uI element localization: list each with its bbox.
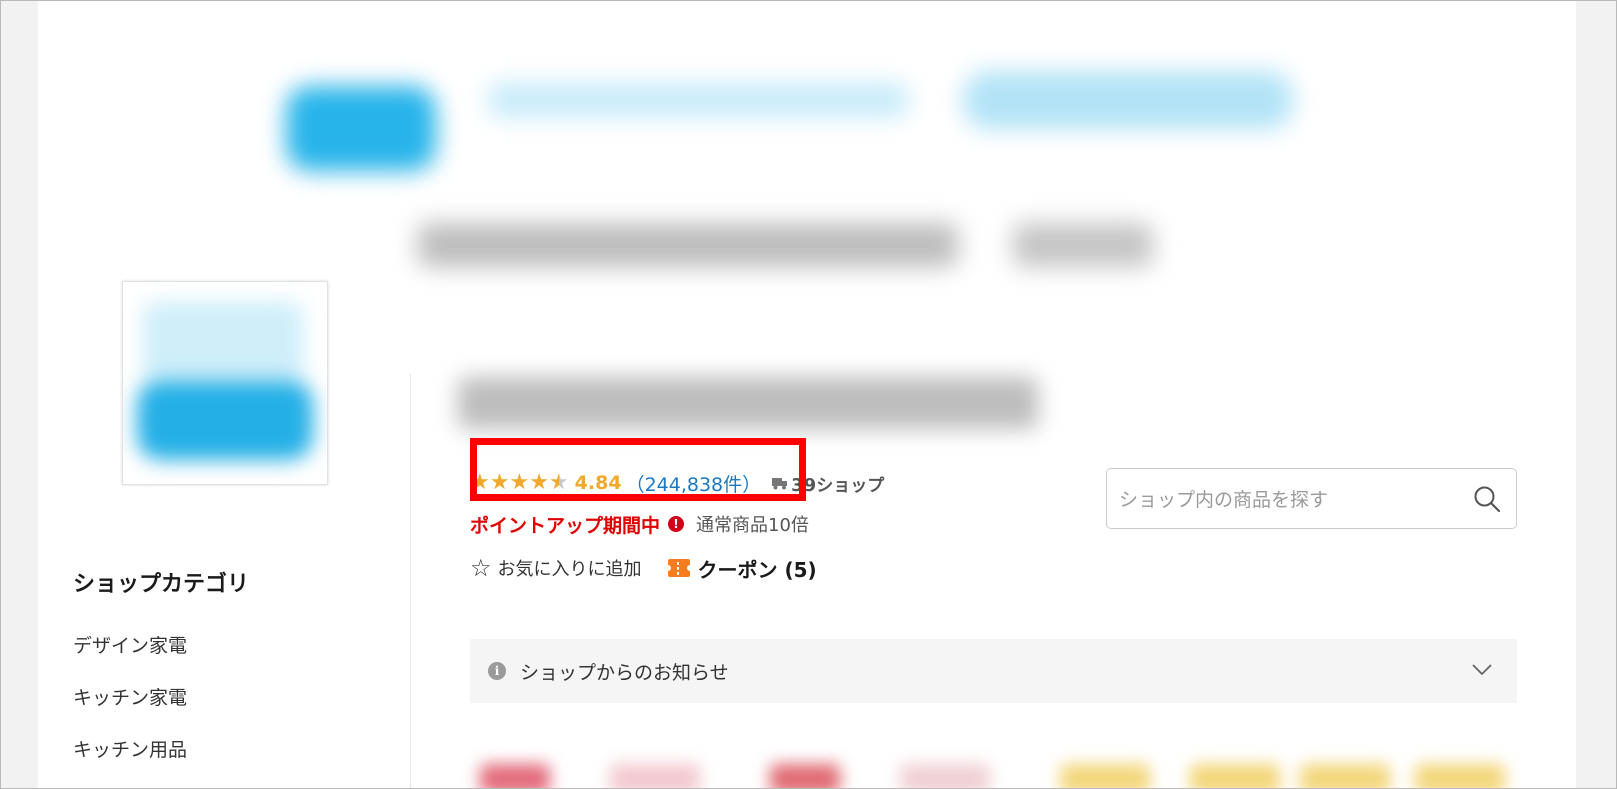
shop-banner-logo[interactable]	[286, 86, 436, 171]
shop-banner-subtitle	[418, 223, 958, 267]
shop-search-box	[1106, 468, 1517, 530]
shop-page: ショップカテゴリ デザイン家電 キッチン家電 キッチン用品 ★ ★ ★ ★ ★ …	[38, 1, 1576, 788]
star-icon: ★	[470, 470, 490, 495]
sidebar-divider	[410, 374, 411, 788]
product-banner-strip	[470, 764, 1517, 788]
product-banner[interactable]	[1300, 764, 1390, 788]
shop-banner-button[interactable]	[963, 71, 1293, 129]
add-favorite-label: お気に入りに追加	[497, 559, 642, 580]
shop-logo[interactable]	[122, 281, 328, 485]
star-icon: ★	[489, 470, 510, 495]
rating-stars: ★ ★ ★ ★ ★	[470, 472, 569, 494]
info-icon: i	[488, 662, 506, 680]
shop-search-input[interactable]	[1107, 469, 1461, 530]
shop-logo-bottom	[137, 380, 313, 460]
point-normal-text: 通常商品10倍	[696, 515, 809, 536]
product-banner[interactable]	[1415, 764, 1505, 788]
shop-logo-top	[143, 302, 303, 382]
coupon-label: クーポン (5)	[697, 557, 817, 582]
rating-value: 4.84	[574, 472, 622, 494]
product-banner[interactable]	[1190, 764, 1280, 788]
shop-rating-row: ★ ★ ★ ★ ★ 4.84 （244,838件） 39ショップ	[470, 469, 884, 497]
coupon-icon	[667, 559, 690, 577]
free-shipping-label[interactable]: 39ショップ	[791, 471, 884, 496]
search-icon[interactable]	[1473, 485, 1501, 513]
shop-category-title: ショップカテゴリ	[73, 572, 250, 597]
star-icon: ★	[509, 470, 530, 495]
point-up-label[interactable]: ポイントアップ期間中	[470, 511, 660, 538]
coupon-button[interactable]: クーポン (5)	[667, 554, 817, 583]
star-outline-icon: ☆	[470, 554, 492, 582]
product-banner[interactable]	[770, 764, 840, 788]
point-up-row: ポイントアップ期間中 ! 通常商品10倍	[470, 511, 809, 538]
star-icon: ★	[529, 470, 549, 495]
category-item-kitchen-goods[interactable]: キッチン用品	[73, 735, 187, 787]
product-banner[interactable]	[1060, 764, 1150, 788]
review-count-link[interactable]: （244,838件）	[626, 470, 762, 497]
chevron-down-icon	[1472, 664, 1492, 676]
shop-notice-label: ショップからのお知らせ	[520, 661, 729, 684]
product-banner[interactable]	[610, 764, 700, 788]
shop-category-list: デザイン家電 キッチン家電 キッチン用品	[73, 631, 187, 787]
shop-name	[458, 377, 1038, 429]
product-banner[interactable]	[480, 764, 550, 788]
category-item-kitchen-appliances[interactable]: キッチン家電	[73, 683, 187, 735]
shop-banner-subtitle-extra	[1013, 223, 1153, 267]
shop-action-row: ☆ お気に入りに追加 クーポン (5)	[470, 554, 817, 582]
info-icon[interactable]: !	[668, 516, 685, 532]
half-star-icon: ★	[548, 470, 569, 495]
category-item-design-appliances[interactable]: デザイン家電	[73, 631, 187, 683]
shop-banner-text	[488, 83, 908, 117]
product-banner[interactable]	[900, 764, 990, 788]
shop-notice-accordion[interactable]: i ショップからのお知らせ	[470, 639, 1517, 703]
add-favorite-button[interactable]: ☆ お気に入りに追加	[470, 555, 642, 581]
truck-icon	[772, 478, 788, 490]
